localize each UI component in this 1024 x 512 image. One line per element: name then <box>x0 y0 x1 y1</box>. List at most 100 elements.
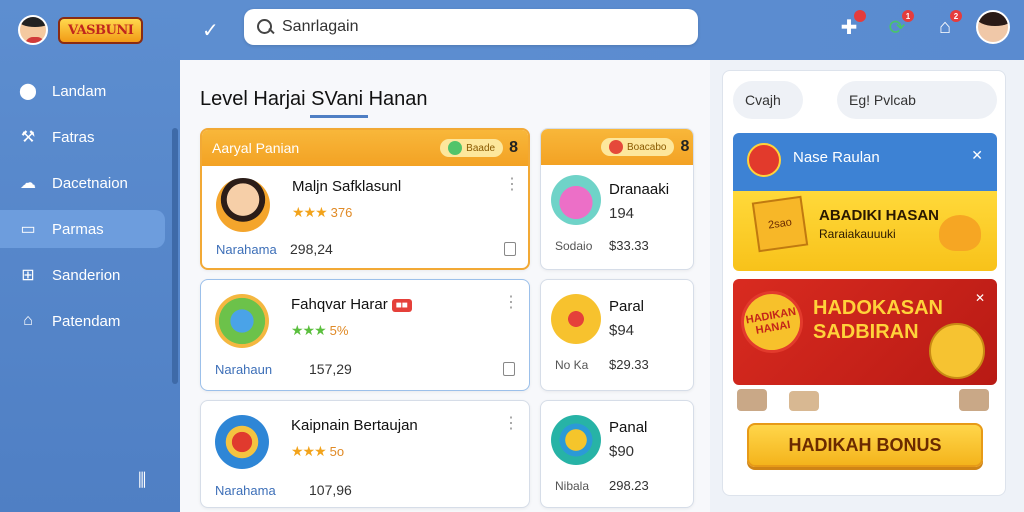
game-players: 157,29 <box>309 361 352 377</box>
notification-badge: 2 <box>950 10 962 22</box>
tablet-icon <box>215 294 269 348</box>
card-header: Aaryal Panian Baade 8 <box>202 130 528 166</box>
item-meta: Nibala <box>555 479 590 493</box>
filter-pill-left[interactable]: Cvajh <box>733 81 803 119</box>
header-count: 8 <box>509 139 518 156</box>
close-icon[interactable]: ✕ <box>971 147 983 164</box>
page-title: Level Harjai SVani Hanan <box>200 88 428 110</box>
search-value: Sanrlagain <box>282 18 359 35</box>
rating-stars: ★★★ 5o <box>291 443 345 459</box>
item-value: $29.33 <box>609 357 649 372</box>
sidebar: VASBUNI ⬤ Landam ⚒ Fatras ☁ Dacetnaion ▭… <box>0 0 180 512</box>
hot-tag: ■■ <box>391 298 412 312</box>
game-card[interactable]: Kaipnain Bertaujan ★★★ 5o Narahama 107,96… <box>200 400 530 508</box>
promo-stamp: HADIKAN HANAI <box>736 286 808 358</box>
item-price: 194 <box>609 205 635 222</box>
bonus-button[interactable]: HADIKAH BONUS <box>747 423 983 467</box>
notification-badge <box>854 10 866 22</box>
promo-headline: HADOKASAN <box>813 297 943 319</box>
item-value: 298.23 <box>609 478 649 493</box>
coupon-label: 2sao <box>767 216 793 232</box>
sidebar-nav: ⬤ Landam ⚒ Fatras ☁ Dacetnaion ▭ Parmas … <box>0 72 180 340</box>
game-card[interactable]: Fahqvar Harar ■■ ★★★ 5% Narahaun 157,29 ⋮ <box>200 279 530 391</box>
notification-badge: 1 <box>902 10 914 22</box>
promo-banner-red[interactable]: HADIKAN HANAI HADOKASAN SADBIRAN ✕ <box>733 279 997 385</box>
search-icon <box>256 18 274 36</box>
item-meta: Sodaio <box>555 239 593 253</box>
card-header: Boacabo 8 <box>541 129 693 165</box>
promo-panel: Cvajh Eg! Pvlcab Nase Raulan ✕ 2sao ABAD… <box>722 70 1006 496</box>
store-button[interactable]: ⌂ 2 <box>928 10 962 44</box>
item-title: Paral <box>609 298 645 315</box>
check-gem-icon <box>448 141 463 155</box>
coupon-icon: 2sao <box>751 195 809 253</box>
sidebar-item-label: Patendam <box>52 312 121 330</box>
sidebar-item-label: Dacetnaion <box>52 174 128 192</box>
promo-headline: ABADIKI HASAN <box>819 207 939 224</box>
check-icon[interactable]: ✓ <box>202 18 219 43</box>
sidebar-item-parmas[interactable]: ▭ Parmas <box>0 210 165 248</box>
game-title: Fahqvar Harar ■■ <box>291 296 412 313</box>
document-icon[interactable] <box>503 362 515 376</box>
avatar[interactable] <box>18 15 48 45</box>
game-genre: Narahama <box>215 483 276 498</box>
status-badge: Boacabo <box>601 138 675 156</box>
grid-icon: ⊞ <box>21 267 35 284</box>
pink-creature-icon <box>551 175 601 225</box>
item-meta: No Ka <box>555 358 589 372</box>
item-title: Dranaaki <box>609 181 670 198</box>
promo-banner-title: Nase Raulan <box>793 149 880 166</box>
promo-badge-icon <box>747 143 781 177</box>
small-game-card[interactable]: Paral $94 No Ka $29.33 <box>540 279 694 391</box>
more-menu-icon[interactable]: ⋮ <box>503 292 519 312</box>
card-header-title: Aaryal Panian <box>212 140 300 156</box>
bag-icon <box>959 389 989 411</box>
small-game-card[interactable]: Panal $90 Nibala 298.23 <box>540 400 694 508</box>
filter-pill-label: Eg! Pvlcab <box>849 92 916 108</box>
sidebar-item-fatras[interactable]: ⚒ Fatras <box>0 118 165 156</box>
trophy-icon <box>939 215 981 251</box>
sidebar-item-landam[interactable]: ⬤ Landam <box>0 72 165 110</box>
small-game-card[interactable]: Boacabo 8 Dranaaki 194 Sodaio $33.33 <box>540 128 694 270</box>
title-underline <box>310 115 368 118</box>
sidebar-item-label: Landam <box>52 82 107 100</box>
promo-subline: SADBIRAN <box>813 321 919 343</box>
top-bar-actions: ✚ ⟳ 1 ⌂ 2 <box>832 10 1010 44</box>
top-bar: ✓ Sanrlagain ✚ ⟳ 1 ⌂ 2 <box>180 0 1024 60</box>
sidebar-scrollbar[interactable] <box>172 128 178 384</box>
status-badge-label: Baade <box>466 142 496 154</box>
promo-banner-blue[interactable]: Nase Raulan ✕ 2sao ABADIKI HASAN Raraiak… <box>733 133 997 271</box>
heart-gem-icon <box>609 140 623 154</box>
status-badge: Baade <box>440 139 504 157</box>
sidebar-item-sanderion[interactable]: ⊞ Sanderion <box>0 256 165 294</box>
more-menu-icon[interactable]: ⋮ <box>503 413 519 433</box>
app-logo[interactable]: VASBUNI <box>58 16 144 44</box>
rating-stars: ★★★ 376 <box>292 204 353 220</box>
sidebar-item-dacetnaion[interactable]: ☁ Dacetnaion <box>0 164 165 202</box>
puzzle-button[interactable]: ✚ <box>832 10 866 44</box>
filter-icon[interactable]: ⫼ <box>138 470 146 491</box>
refresh-button[interactable]: ⟳ 1 <box>880 10 914 44</box>
item-price: $90 <box>609 443 635 460</box>
search-input[interactable]: Sanrlagain <box>244 9 698 45</box>
checkmark-badge-icon <box>215 415 269 469</box>
rating-stars: ★★★ 5% <box>291 322 349 338</box>
filter-pill-right[interactable]: Eg! Pvlcab <box>837 81 997 119</box>
item-value: $33.33 <box>609 238 649 253</box>
game-card[interactable]: Aaryal Panian Baade 8 Maljn Safklasunl ★… <box>200 128 530 270</box>
window-icon: ▭ <box>20 221 36 238</box>
home-icon: ⌂ <box>23 312 33 329</box>
yellow-jar-icon <box>551 415 601 465</box>
game-title: Kaipnain Bertaujan <box>291 417 418 434</box>
sidebar-item-patendam[interactable]: ⌂ Patendam <box>0 302 165 340</box>
close-icon[interactable]: ✕ <box>975 291 985 305</box>
item-title: Panal <box>609 419 648 436</box>
game-players: 298,24 <box>290 241 333 257</box>
user-avatar[interactable] <box>976 10 1010 44</box>
game-genre: Narahama <box>216 242 277 257</box>
document-icon[interactable] <box>504 242 516 256</box>
game-players: 107,96 <box>309 482 352 498</box>
sidebar-item-label: Sanderion <box>52 266 121 284</box>
more-menu-icon[interactable]: ⋮ <box>504 174 520 194</box>
sidebar-header: VASBUNI <box>0 0 180 60</box>
